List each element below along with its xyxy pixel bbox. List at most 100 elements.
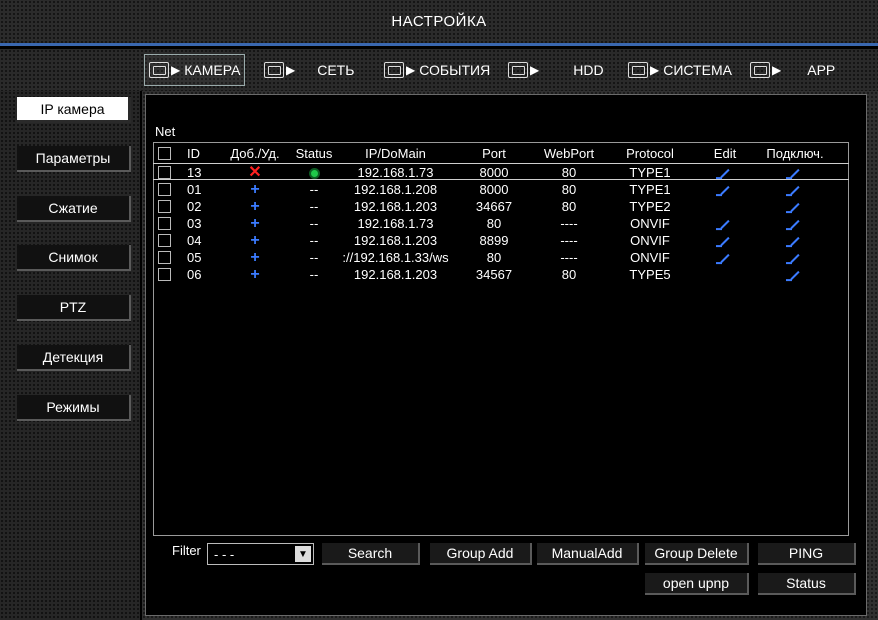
filter-dropdown[interactable]: - - - ▼ [207,543,314,565]
manual-add-button-label: ManualAdd [551,545,623,561]
table-row[interactable]: 06 + -- 192.168.1.203 34567 80 TYPE5 [153,266,849,283]
row-checkbox[interactable] [158,166,171,179]
network-icon [264,62,284,78]
status-online-icon [291,164,337,181]
connect-icon[interactable] [755,266,835,283]
table-row[interactable]: 01 + -- 192.168.1.208 8000 80 TYPE1 [153,181,849,198]
arrow-icon: ▶ [650,63,660,77]
ping-button[interactable]: PING [758,543,856,565]
row-port: 8000 [479,182,509,197]
connect-icon[interactable] [755,198,835,215]
sidebar-item-modes[interactable]: Режимы [17,395,131,421]
row-ip: 192.168.1.73 [357,216,434,231]
add-icon[interactable]: + [215,249,295,266]
title-bar: НАСТРОЙКА [0,0,878,46]
col-webport: WebPort [543,146,595,161]
tab-label: СИСТЕМА [663,62,732,78]
col-edit: Edit [713,146,737,161]
sidebar-item-ptz[interactable]: PTZ [17,295,131,321]
sidebar-item-detection[interactable]: Детекция [17,345,131,371]
group-add-button[interactable]: Group Add [430,543,532,565]
connect-icon[interactable] [755,215,835,232]
add-icon[interactable]: + [215,181,295,198]
col-ip: IP/DoMain [365,146,426,161]
system-icon [628,62,648,78]
row-ip: 192.168.1.203 [353,233,438,248]
add-icon[interactable]: + [215,215,295,232]
edit-icon[interactable] [710,215,740,232]
add-icon[interactable]: + [215,198,295,215]
edit-icon[interactable] [710,232,740,249]
tab-events[interactable]: ▶ СОБЫТИЯ [384,54,490,86]
row-checkbox[interactable] [158,217,171,230]
arrow-icon: ▶ [406,63,416,77]
sidebar-item-snapshot[interactable]: Снимок [17,245,131,271]
table-header: ID Доб./Уд. Status IP/DoMain Port WebPor… [153,145,849,162]
tab-camera[interactable]: ▶ КАМЕРА [144,54,246,86]
group-add-button-label: Group Add [446,545,514,561]
edit-icon[interactable] [710,249,740,266]
row-id: 13 [187,165,202,180]
tab-label: СОБЫТИЯ [419,62,491,78]
tab-app[interactable]: ▶ APP [750,54,835,86]
table-row[interactable]: 03 + -- 192.168.1.73 80 ---- ONVIF [153,215,849,232]
table-row[interactable]: 05 + -- ://192.168.1.33/ws 80 ---- ONVIF [153,249,849,266]
row-id: 03 [187,216,202,231]
edit-icon[interactable] [710,181,740,198]
delete-icon[interactable]: ✕ [215,164,295,181]
tab-label: HDD [573,62,604,78]
sidebar: IP камера Параметры Сжатие Снимок PTZ Де… [0,91,140,620]
row-id: 06 [187,267,202,282]
tab-system[interactable]: ▶ СИСТЕМА [628,54,732,86]
sidebar-item-parameters[interactable]: Параметры [17,146,131,172]
manual-add-button[interactable]: ManualAdd [537,543,639,565]
tab-network[interactable]: ▶ СЕТЬ [264,54,354,86]
tab-label: КАМЕРА [184,62,241,78]
row-checkbox[interactable] [158,234,171,247]
row-webport: ---- [560,250,578,265]
row-webport: 80 [561,165,577,180]
search-button[interactable]: Search [322,543,420,565]
sidebar-item-label: Параметры [35,150,111,166]
row-status: -- [309,233,319,248]
row-checkbox[interactable] [158,251,171,264]
table-row[interactable]: 13 ✕ 192.168.1.73 8000 80 TYPE1 [153,163,849,181]
add-icon[interactable]: + [215,232,295,249]
col-add-delete: Доб./Уд. [230,146,280,161]
row-id: 05 [187,250,202,265]
sidebar-item-ip-camera[interactable]: IP камера [17,97,131,123]
chevron-down-icon[interactable]: ▼ [295,546,311,562]
connect-icon[interactable] [755,164,835,181]
select-all-checkbox[interactable] [158,147,171,160]
sidebar-item-compression[interactable]: Сжатие [17,196,131,222]
row-protocol: TYPE1 [629,182,671,197]
search-button-label: Search [347,545,393,561]
table-row[interactable]: 04 + -- 192.168.1.203 8899 ---- ONVIF [153,232,849,249]
top-nav: ▶ КАМЕРА ▶ СЕТЬ ▶ СОБЫТИЯ ▶ HDD ▶ СИСТЕМ… [0,49,878,91]
status-button[interactable]: Status [758,573,856,595]
connect-icon[interactable] [755,232,835,249]
row-protocol: TYPE2 [629,199,671,214]
group-delete-button[interactable]: Group Delete [645,543,749,565]
row-checkbox[interactable] [158,183,171,196]
connect-icon[interactable] [755,249,835,266]
row-ip: 192.168.1.203 [353,267,438,282]
open-upnp-button[interactable]: open upnp [645,573,749,595]
arrow-icon: ▶ [171,63,181,77]
arrow-icon: ▶ [530,63,540,77]
status-button-label: Status [786,575,826,591]
row-webport: 80 [561,199,577,214]
table-row[interactable]: 02 + -- 192.168.1.203 34667 80 TYPE2 [153,198,849,215]
filter-label: Filter [172,543,201,558]
row-port: 8899 [479,233,509,248]
edit-icon[interactable] [710,164,740,181]
connect-icon[interactable] [755,181,835,198]
app-icon [750,62,770,78]
add-icon[interactable]: + [215,266,295,283]
tab-hdd[interactable]: ▶ HDD [508,54,604,86]
arrow-icon: ▶ [286,63,296,77]
row-port: 80 [486,250,502,265]
row-checkbox[interactable] [158,200,171,213]
row-checkbox[interactable] [158,268,171,281]
sidebar-item-label: Режимы [46,399,100,415]
